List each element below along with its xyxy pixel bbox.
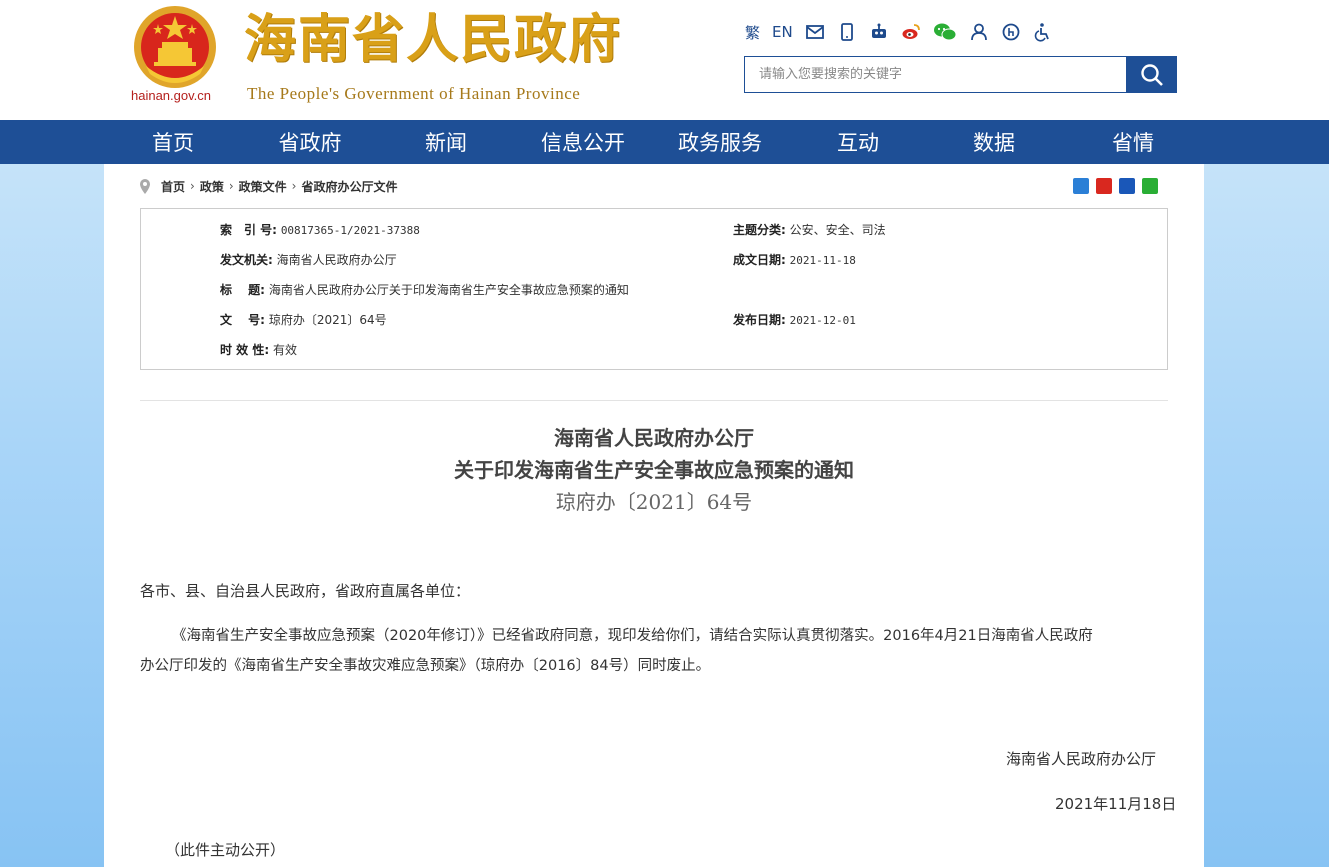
qzone-share-icon[interactable] [1073,178,1089,194]
national-emblem-icon [134,6,216,88]
site-title-english: The People's Government of Hainan Provin… [247,84,581,103]
article-body-line2: 办公厅印发的《海南省生产安全事故灾难应急预案》（琼府办〔2016〕84号）同时废… [140,658,711,674]
side-background-right [1204,164,1329,867]
chevron-right-icon: › [228,179,234,193]
article-note: （此件主动公开） [165,841,286,859]
breadcrumb-policy-docs[interactable]: 政策文件 [239,178,287,195]
search-icon [1141,63,1163,86]
chevron-right-icon: › [190,179,195,193]
wechat-share-icon[interactable] [1142,178,1158,194]
meta-index: 索 引 号: 00817365-1/2021-37388 [220,221,420,238]
wechat-icon[interactable] [933,21,957,43]
accessibility-icon[interactable] [1033,21,1053,43]
mail-icon[interactable] [805,21,825,43]
search-input[interactable]: 请输入您要搜索的关键字 [744,56,1127,93]
meta-validity: 时 效 性: 有效 [220,341,297,358]
people-share-icon[interactable] [1119,178,1135,194]
english-link[interactable]: EN [772,21,793,43]
article-title-line1: 海南省人民政府办公厅 [554,426,754,450]
meta-issuer-value: 海南省人民政府办公厅 [276,253,397,267]
article-doc-number: 琼府办〔2021〕64号 [555,490,753,514]
meta-issuer: 发文机关: 海南省人民政府办公厅 [220,251,397,268]
meta-validity-value: 有效 [272,343,297,357]
article-signature: 海南省人民政府办公厅 [1006,750,1157,768]
nav-item-home[interactable]: 首页 [133,120,213,164]
nav-item-province-info[interactable]: 省情 [1093,120,1173,164]
breadcrumb: 首页 › 政策 › 政策文件 › 省政府办公厅文件 [139,177,398,195]
site-header: hainan.gov.cn 海南省人民政府 The People's Gover… [0,0,1329,120]
article-title-line2: 关于印发海南省生产安全事故应急预案的通知 [454,458,854,482]
divider [140,400,1168,401]
meta-subject-label: 主题分类: [733,223,786,237]
chevron-right-icon: › [291,179,297,193]
robot-icon[interactable] [869,21,889,43]
meta-title: 标 题: 海南省人民政府办公厅关于印发海南省生产安全事故应急预案的通知 [220,281,629,298]
meta-issuer-label: 发文机关: [220,253,273,267]
meta-docno: 文 号: 琼府办〔2021〕64号 [220,311,387,328]
meta-docno-value: 琼府办〔2021〕64号 [268,313,387,327]
nav-item-news[interactable]: 新闻 [406,120,486,164]
nav-item-interaction[interactable]: 互动 [818,120,898,164]
weibo-share-icon[interactable] [1096,178,1112,194]
breadcrumb-home[interactable]: 首页 [161,178,185,195]
meta-docno-label: 文 号: [220,313,265,327]
article-body-line1: 《海南省生产安全事故应急预案（2020年修订）》已经省政府同意，现印发给你们，请… [172,628,1093,644]
nav-item-gov-services[interactable]: 政务服务 [664,120,776,164]
share-bar [1073,178,1158,194]
site-domain: hainan.gov.cn [131,88,211,103]
meta-published-value: 2021-12-01 [789,314,856,327]
weibo-icon[interactable] [901,21,921,43]
breadcrumb-office-docs[interactable]: 省政府办公厅文件 [301,178,397,195]
header-tools: 繁 EN [745,20,1065,44]
meta-subject-value: 公安、安全、司法 [789,223,886,237]
meta-created-value: 2021-11-18 [789,254,856,267]
site-title[interactable]: 海南省人民政府 [244,14,622,66]
elderly-icon[interactable] [1001,21,1021,43]
nav-item-info-disclosure[interactable]: 信息公开 [527,120,639,164]
mobile-icon[interactable] [837,21,857,43]
meta-validity-label: 时 效 性: [220,343,270,357]
meta-published-label: 发布日期: [733,313,786,327]
search-button[interactable] [1127,56,1177,93]
meta-created-label: 成文日期: [733,253,786,267]
meta-index-value: 00817365-1/2021-37388 [280,224,420,237]
traditional-chinese-link[interactable]: 繁 [745,21,760,43]
location-pin-icon [140,178,150,194]
meta-created: 成文日期: 2021-11-18 [733,251,856,268]
article-salutation: 各市、县、自治县人民政府，省政府直属各单位： [140,582,471,600]
meta-subject: 主题分类: 公安、安全、司法 [733,221,886,238]
side-background-left [0,164,104,867]
meta-title-value: 海南省人民政府办公厅关于印发海南省生产安全事故应急预案的通知 [268,283,629,297]
meta-title-label: 标 题: [220,283,265,297]
breadcrumb-policy[interactable]: 政策 [200,178,224,195]
meta-published: 发布日期: 2021-12-01 [733,311,856,328]
user-icon[interactable] [969,21,989,43]
main-nav: 首页 省政府 新闻 信息公开 政务服务 互动 数据 省情 [0,120,1329,164]
article-date: 2021年11月18日 [1055,795,1177,813]
nav-item-province-gov[interactable]: 省政府 [260,120,360,164]
meta-index-label: 索 引 号: [220,223,277,237]
nav-item-data[interactable]: 数据 [954,120,1034,164]
